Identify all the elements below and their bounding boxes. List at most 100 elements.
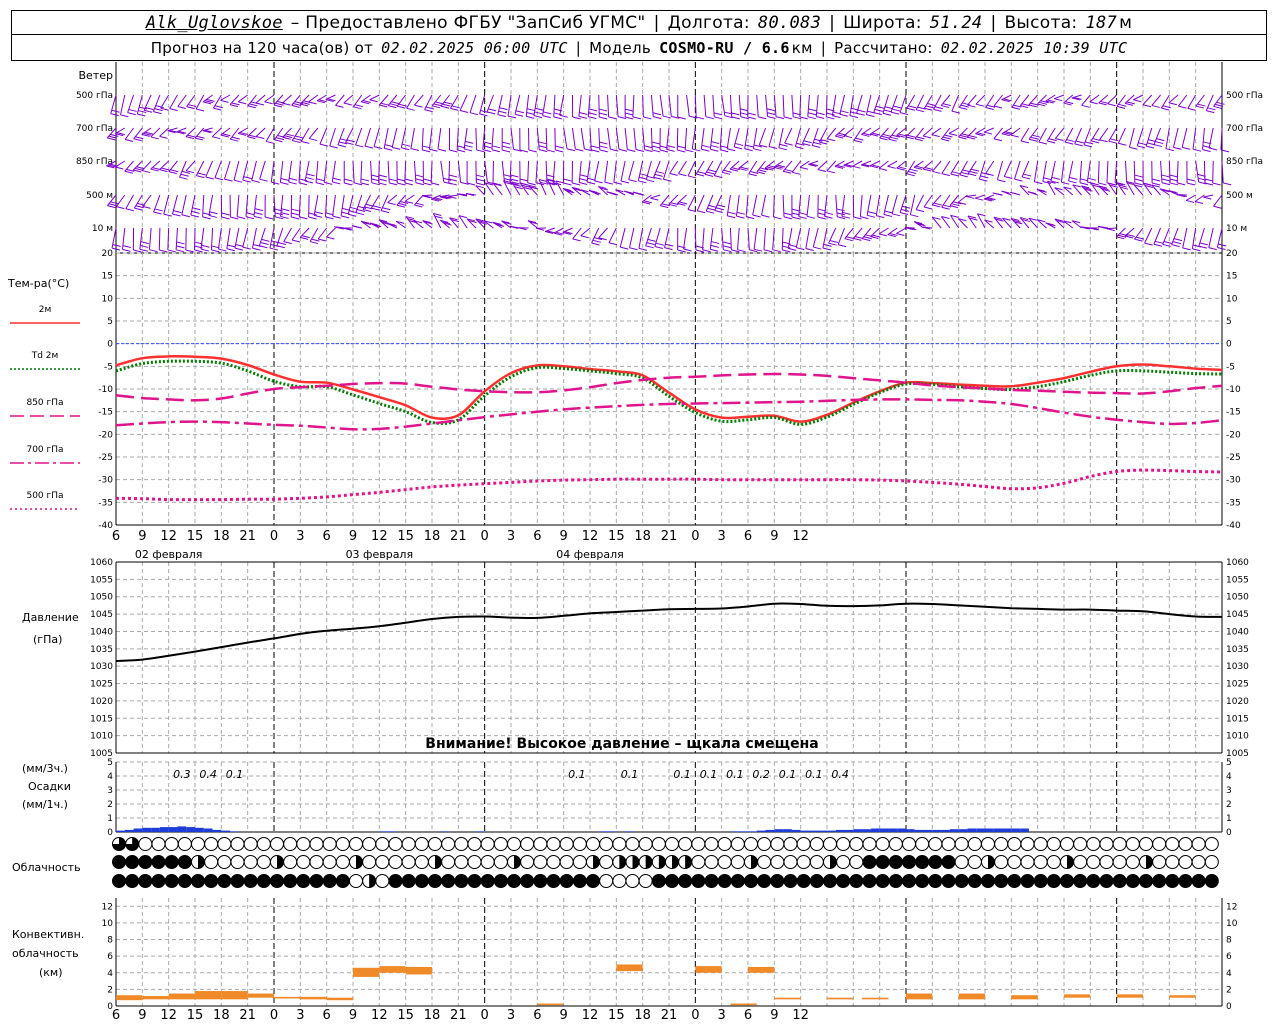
- wind-barb-feather: [899, 212, 909, 216]
- cloud-symbol: [112, 874, 126, 888]
- cloud-symbol: [796, 855, 811, 869]
- wind-barb: [404, 194, 415, 204]
- wind-barb: [659, 194, 671, 209]
- cloud-symbol-outline: [796, 855, 811, 869]
- cloud-symbol: [414, 837, 429, 851]
- cloud-symbol-outline: [1099, 837, 1114, 851]
- precip-bar: [993, 828, 1003, 832]
- wind-barb-staff: [413, 160, 417, 183]
- wind-barb: [486, 94, 497, 115]
- wind-barb-staff: [535, 160, 538, 183]
- cloud-symbol: [309, 855, 324, 869]
- wind-barb-staff: [1020, 127, 1030, 142]
- time-tick-label: 0: [270, 1008, 278, 1023]
- wind-barb: [360, 94, 371, 105]
- wind-barb: [124, 160, 135, 174]
- wind-barb: [1106, 227, 1117, 232]
- wind-barb-staff: [326, 227, 336, 238]
- conv-bar: [827, 997, 854, 1000]
- cloud-symbol-outline: [546, 855, 561, 869]
- wind-barb-feather: [731, 116, 740, 120]
- wind-barb-feather: [959, 134, 969, 138]
- cloud-symbol: [862, 837, 877, 851]
- precip-unit-1h: (мм/1ч.): [22, 798, 68, 811]
- wind-barb: [242, 227, 251, 250]
- wind-barb: [890, 94, 902, 115]
- wind-barb-staff: [948, 127, 959, 134]
- precip-bar: [168, 827, 178, 832]
- cloud-symbol: [204, 874, 219, 888]
- wind-barb: [958, 218, 968, 229]
- wind-barb-staff: [1045, 94, 1056, 102]
- wind-barb-feather: [230, 138, 239, 142]
- cloud-title: Облачность: [12, 861, 81, 874]
- wind-barb-staff: [233, 160, 240, 181]
- cloud-symbol: [230, 874, 245, 888]
- wind-barb-staff: [913, 160, 924, 168]
- precip-unit-3h: (мм/3ч.): [22, 762, 68, 775]
- wind-barb: [259, 160, 268, 182]
- precip-bar: [186, 827, 195, 832]
- cloud-symbol-outline: [954, 855, 969, 869]
- conv-title-3: (км): [39, 966, 63, 979]
- wind-barb-feather: [878, 167, 888, 171]
- wind-barb-feather: [194, 137, 204, 141]
- wind-barb-feather: [707, 169, 716, 173]
- cloud-symbol-fill: [665, 874, 679, 888]
- wind-barb: [959, 160, 971, 178]
- wind-barb: [1144, 227, 1153, 246]
- wind-barb-feather: [884, 210, 893, 214]
- wind-barb-staff: [662, 160, 670, 180]
- wind-barb: [993, 94, 1003, 109]
- pressure-ytick-left: 1035: [90, 645, 113, 655]
- wind-barb: [700, 127, 710, 152]
- cloud-symbol-fill: [1139, 874, 1153, 888]
- wind-barb-staff: [1165, 127, 1170, 149]
- wind-barb-feather: [783, 116, 793, 120]
- cloud-symbol-fill: [165, 874, 179, 888]
- precip-bar: [835, 829, 845, 832]
- wind-barb: [1203, 160, 1214, 186]
- wind-barb: [696, 194, 706, 214]
- wind-barb-staff: [843, 160, 854, 166]
- wind-barb: [873, 94, 884, 116]
- cloud-symbol: [335, 855, 350, 869]
- wind-barb: [1002, 217, 1012, 229]
- wind-barb-feather: [1151, 178, 1161, 182]
- cloud-symbol: [928, 874, 943, 888]
- wind-barb: [632, 94, 641, 120]
- wind-barb-feather: [758, 116, 767, 120]
- pressure-ytick-left: 1050: [90, 593, 113, 603]
- wind-barb-feather: [1151, 104, 1160, 108]
- wind-barb-staff: [378, 160, 380, 183]
- precip-bar: [765, 829, 775, 832]
- cloud-symbol: [493, 837, 508, 851]
- wind-barb-feather: [608, 116, 617, 120]
- cloud-symbol-outline: [612, 874, 627, 888]
- wind-barb: [1142, 94, 1153, 108]
- wind-barb-feather: [805, 247, 814, 251]
- cloud-symbol: [704, 855, 719, 869]
- cloud-symbol-outline: [1073, 837, 1088, 851]
- cloud-symbol-outline: [1007, 837, 1022, 851]
- conv-ytick-left: 8: [107, 936, 113, 946]
- wind-barb-feather: [142, 170, 151, 174]
- cloud-symbol: [967, 874, 982, 888]
- cloud-symbol-fill: [191, 874, 205, 888]
- wind-barb: [756, 94, 767, 120]
- wind-barb: [345, 127, 356, 145]
- cloud-symbol-outline: [994, 855, 1009, 869]
- wind-barb-feather: [715, 207, 725, 211]
- meteogram: Ветер 500 гПа 500 гПа700 гПа 700 гПа850 гП…: [7, 62, 1263, 1023]
- wind-barb: [966, 194, 977, 199]
- wind-barb: [554, 127, 564, 153]
- wind-title: Ветер: [79, 69, 113, 82]
- wind-barb: [899, 94, 909, 116]
- wind-barb: [915, 94, 926, 113]
- cloud-symbol: [665, 837, 679, 851]
- wind-barb: [604, 160, 613, 185]
- precip-bar: [739, 831, 748, 832]
- wind-barb-feather: [798, 212, 808, 216]
- cloud-symbol-outline: [717, 855, 732, 869]
- wind-barb-feather: [1171, 244, 1180, 248]
